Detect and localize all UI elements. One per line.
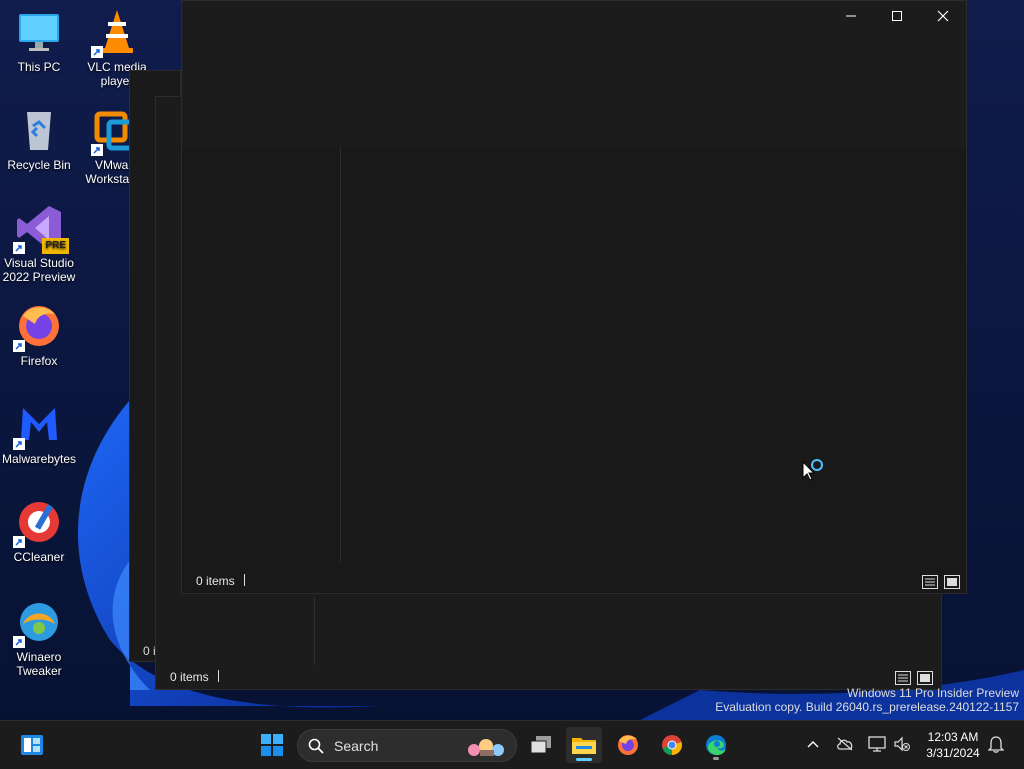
file-list-area[interactable] bbox=[341, 147, 966, 563]
clock-date: 3/31/2024 bbox=[926, 746, 980, 760]
notifications-button[interactable] bbox=[985, 733, 1007, 755]
taskbar-chrome[interactable] bbox=[654, 727, 690, 763]
desktop-icon-visual-studio[interactable]: PRE Visual Studio 2022 Preview bbox=[0, 204, 78, 284]
vlc-cone-icon bbox=[91, 8, 141, 58]
onedrive-cloud-icon bbox=[837, 737, 853, 751]
active-indicator bbox=[576, 758, 592, 761]
firefox-icon bbox=[13, 302, 63, 352]
recycle-bin-icon bbox=[15, 106, 63, 154]
desktop-icon-winaero-tweaker[interactable]: Winaero Tweaker bbox=[0, 598, 78, 678]
maximize-icon bbox=[892, 11, 902, 21]
network-tray-button[interactable] bbox=[866, 733, 888, 755]
search-placeholder: Search bbox=[334, 738, 379, 754]
close-icon bbox=[937, 10, 949, 22]
details-view-icon[interactable] bbox=[895, 671, 911, 685]
chevron-up-icon bbox=[807, 741, 819, 748]
status-item-count: 0 i bbox=[143, 644, 156, 658]
chrome-icon bbox=[662, 735, 682, 755]
computer-icon bbox=[15, 8, 63, 56]
maximize-button[interactable] bbox=[874, 1, 920, 31]
malwarebytes-icon bbox=[13, 400, 63, 450]
clock-time: 12:03 AM bbox=[927, 730, 979, 744]
volume-tray-button[interactable] bbox=[891, 733, 913, 755]
desktop-icon-label: Visual Studio 2022 Preview bbox=[2, 256, 76, 284]
minimize-button[interactable] bbox=[828, 1, 874, 31]
shortcut-arrow-icon bbox=[13, 636, 25, 648]
desktop-icon-firefox[interactable]: Firefox bbox=[0, 302, 78, 368]
status-separator bbox=[218, 670, 219, 682]
taskbar: Search 12:03 AM 3/31/2024 bbox=[0, 720, 1024, 769]
network-monitor-icon bbox=[868, 736, 886, 752]
shortcut-arrow-icon bbox=[13, 438, 25, 450]
status-item-count: 0 items bbox=[170, 670, 209, 684]
status-separator bbox=[244, 574, 245, 586]
watermark-line-1: Windows 11 Pro Insider Preview bbox=[847, 686, 1019, 700]
shortcut-arrow-icon bbox=[91, 144, 103, 156]
desktop-icon-label: Winaero Tweaker bbox=[16, 650, 62, 678]
explorer-window[interactable]: 0 items bbox=[181, 0, 967, 594]
widgets-icon bbox=[21, 735, 43, 755]
minimize-icon bbox=[846, 15, 856, 17]
start-button[interactable] bbox=[254, 727, 290, 763]
title-bar[interactable] bbox=[182, 1, 966, 147]
task-view-icon bbox=[530, 736, 551, 754]
details-view-icon[interactable] bbox=[922, 575, 938, 589]
taskbar-search-box[interactable]: Search bbox=[297, 729, 517, 762]
onedrive-tray-button[interactable] bbox=[834, 733, 856, 755]
close-button[interactable] bbox=[920, 1, 966, 31]
search-icon bbox=[308, 738, 324, 754]
ccleaner-icon bbox=[13, 498, 63, 548]
shortcut-arrow-icon bbox=[13, 536, 25, 548]
volume-muted-icon bbox=[894, 736, 910, 752]
desktop-icon-label: Recycle Bin bbox=[7, 158, 71, 172]
desktop-icon-ccleaner[interactable]: CCleaner bbox=[0, 498, 78, 564]
desktop-icon-label: CCleaner bbox=[13, 550, 65, 564]
preview-badge: PRE bbox=[42, 238, 69, 254]
firefox-icon bbox=[618, 735, 638, 755]
desktop-icon-malwarebytes[interactable]: Malwarebytes bbox=[0, 400, 78, 466]
windows-logo-icon bbox=[261, 734, 283, 756]
desktop-icon-label: Firefox bbox=[20, 354, 58, 368]
taskbar-clock[interactable]: 12:03 AM 3/31/2024 bbox=[920, 729, 986, 761]
desktop-icon-label: This PC bbox=[17, 60, 61, 74]
shortcut-arrow-icon bbox=[13, 340, 25, 352]
show-hidden-icons-button[interactable] bbox=[802, 733, 824, 755]
status-bar: 0 items bbox=[182, 569, 966, 593]
status-item-count: 0 items bbox=[196, 574, 235, 588]
shortcut-arrow-icon bbox=[13, 242, 25, 254]
file-explorer-folder-icon bbox=[572, 738, 596, 754]
evaluation-watermark: Windows 11 Pro Insider Preview Evaluatio… bbox=[715, 686, 1019, 714]
taskbar-edge[interactable] bbox=[698, 727, 734, 763]
taskbar-firefox[interactable] bbox=[610, 727, 646, 763]
bell-icon bbox=[988, 736, 1004, 753]
large-icons-view-icon[interactable] bbox=[944, 575, 960, 589]
running-indicator bbox=[713, 757, 719, 760]
search-highlight-illustration-icon bbox=[468, 739, 504, 756]
visual-studio-icon: PRE bbox=[13, 204, 69, 254]
nav-pane-divider bbox=[314, 597, 315, 665]
watermark-line-2: Evaluation copy. Build 26040.rs_prerelea… bbox=[715, 700, 1019, 714]
taskbar-file-explorer[interactable] bbox=[566, 727, 602, 763]
winaero-tweaker-icon bbox=[13, 598, 63, 648]
widgets-button[interactable] bbox=[14, 727, 50, 763]
large-icons-view-icon[interactable] bbox=[917, 671, 933, 685]
desktop-icon-this-pc[interactable]: This PC bbox=[0, 8, 78, 74]
shortcut-arrow-icon bbox=[91, 46, 103, 58]
navigation-pane[interactable] bbox=[182, 147, 341, 563]
desktop-icon-label: Malwarebytes bbox=[1, 452, 77, 466]
edge-icon bbox=[706, 735, 726, 756]
task-view-button[interactable] bbox=[523, 727, 559, 763]
desktop-icon-recycle-bin[interactable]: Recycle Bin bbox=[0, 106, 78, 172]
busy-cursor-icon bbox=[802, 459, 823, 481]
